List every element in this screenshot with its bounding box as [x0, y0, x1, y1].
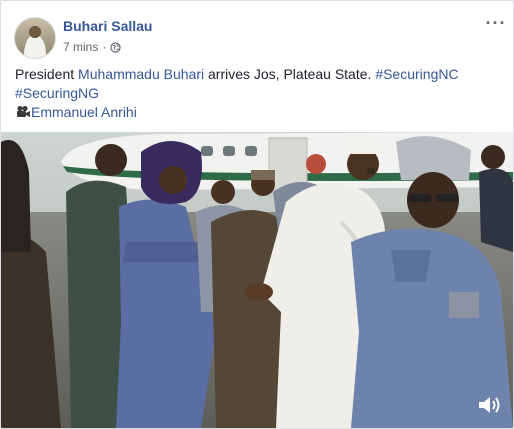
ellipsis-icon: ··· — [485, 12, 507, 33]
post-meta: 7 mins · — [63, 40, 122, 54]
mention-link[interactable]: Muhammadu Buhari — [78, 66, 204, 82]
author-avatar[interactable] — [14, 17, 56, 59]
hashtag-link-1[interactable]: #SecuringNC — [375, 66, 458, 82]
hashtag-link-2[interactable]: #SecuringNG — [15, 85, 99, 101]
video-player[interactable] — [1, 132, 513, 428]
globe-icon[interactable] — [110, 41, 122, 53]
post-text-middle: arrives Jos, Plateau State. — [204, 66, 376, 82]
credit-link[interactable]: Emmanuel Anrihi — [31, 104, 137, 120]
speaker-icon[interactable] — [477, 394, 503, 416]
post-time[interactable]: 7 mins — [63, 40, 98, 54]
more-options-button[interactable]: ··· — [484, 11, 508, 35]
post-text-prefix: President — [15, 66, 79, 82]
post-card: Buhari Sallau 7 mins · ··· President Muh… — [0, 0, 514, 429]
meta-separator: · — [102, 40, 107, 54]
post-text: President Muhammadu Buhari arrives Jos, … — [15, 65, 495, 122]
video-frame — [1, 132, 513, 428]
movie-camera-icon — [17, 105, 30, 117]
author-name[interactable]: Buhari Sallau — [63, 18, 152, 34]
